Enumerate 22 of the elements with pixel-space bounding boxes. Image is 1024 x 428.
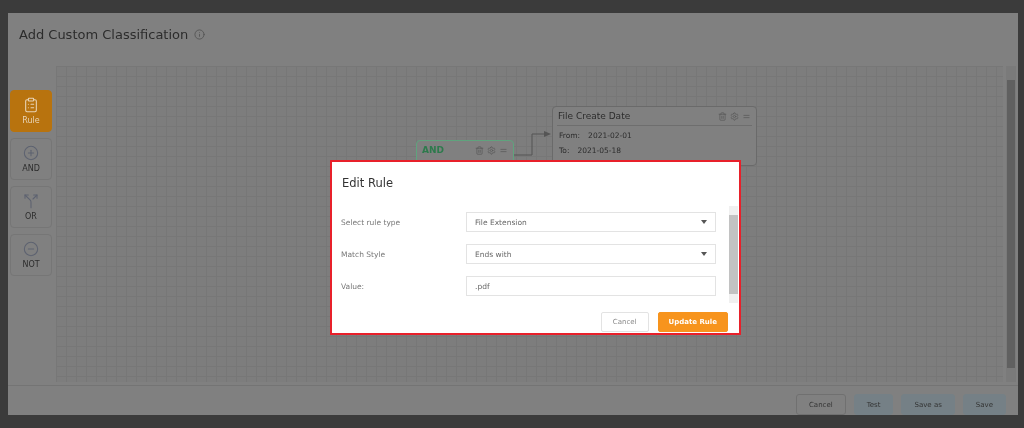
settings-icon[interactable] <box>487 145 496 155</box>
settings-icon[interactable] <box>730 111 739 121</box>
plus-circle-icon <box>23 145 39 161</box>
fork-arrows-icon <box>23 193 39 209</box>
caret-icon <box>701 252 707 256</box>
node-title: AND <box>422 145 444 155</box>
scrollbar[interactable] <box>729 206 738 303</box>
clipboard-icon <box>23 97 39 113</box>
palette-button[interactable]: AND <box>10 138 52 180</box>
node-title: File Create Date <box>558 111 631 121</box>
connector-arrow <box>514 130 552 156</box>
trash-icon[interactable] <box>718 111 727 121</box>
palette-button[interactable]: Rule <box>10 90 52 132</box>
palette-button[interactable]: NOT <box>10 234 52 276</box>
dialog-title: Add Custom Classification <box>19 26 189 42</box>
info-icon[interactable] <box>194 28 206 40</box>
modal-title: Edit Rule <box>341 175 394 190</box>
palette-button[interactable]: OR <box>10 186 52 228</box>
scrollbar[interactable] <box>1006 66 1016 382</box>
minus-circle-icon <box>23 241 39 257</box>
trash-icon[interactable] <box>475 145 484 155</box>
caret-icon <box>701 220 707 224</box>
